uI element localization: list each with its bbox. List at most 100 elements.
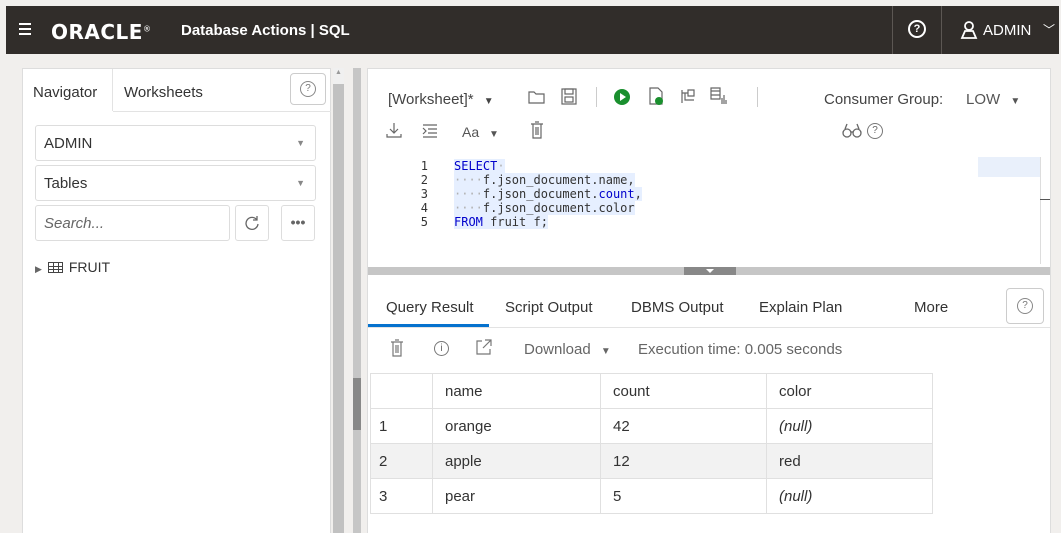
info-icon[interactable]: i [434, 341, 449, 356]
app-title: Database Actions | SQL [181, 22, 350, 39]
run-script-icon[interactable] [649, 87, 665, 106]
caret-down-icon: ▼ [1010, 96, 1021, 107]
ellipsis-icon: ••• [290, 214, 306, 230]
worksheet-menu[interactable]: [Worksheet]* ▼ [388, 91, 494, 108]
execution-time: Execution time: 0.005 seconds [638, 341, 843, 358]
cell-count[interactable]: 42 [600, 408, 767, 444]
toolbar-divider [596, 87, 597, 107]
expand-triangle-icon[interactable]: ▶ [35, 264, 42, 274]
download-icon[interactable] [386, 122, 402, 139]
code-text: f.json_document. [482, 187, 599, 201]
row-number: 1 [370, 408, 433, 444]
download-menu[interactable]: Download ▼ [524, 341, 611, 358]
column-header[interactable]: color [766, 373, 933, 409]
tab-worksheets[interactable]: Worksheets [124, 84, 203, 101]
toolbar-divider [757, 87, 758, 107]
code-line-5: FROM fruit f; [454, 215, 548, 229]
editor-scrollbar[interactable] [1040, 157, 1041, 264]
scrollbar-thumb[interactable] [333, 84, 344, 533]
cell-count[interactable]: 12 [600, 443, 767, 479]
navigator-panel: Navigator Worksheets ? ADMIN ▼ Tables ▼ … [22, 68, 331, 533]
tab-query-result[interactable]: Query Result [386, 299, 474, 316]
caret-down-icon: ▼ [489, 129, 499, 140]
search-input[interactable]: Search... [35, 205, 230, 241]
clear-trash-icon[interactable] [390, 339, 404, 357]
code-text: f.json_document.name, [482, 173, 635, 187]
cell-color[interactable]: (null) [766, 408, 933, 444]
object-type-select[interactable]: Tables ▼ [35, 165, 316, 201]
table-row[interactable]: 2 apple 12 red [370, 443, 933, 479]
cell-name[interactable]: apple [432, 443, 601, 479]
row-number: 3 [370, 478, 433, 514]
tab-underline [113, 111, 331, 112]
cell-name[interactable]: pear [432, 478, 601, 514]
tab-more[interactable]: More [914, 299, 948, 316]
caret-down-icon: ▼ [296, 178, 305, 188]
vertical-splitter[interactable] [353, 68, 361, 533]
text-case-menu[interactable]: Aa ▼ [462, 124, 499, 140]
table-row[interactable]: 3 pear 5 (null) [370, 478, 933, 514]
user-menu[interactable]: ADMIN [983, 22, 1031, 39]
editor-minimap[interactable] [978, 157, 1040, 177]
run-statement-icon[interactable] [614, 89, 630, 105]
scroll-up-arrow-icon[interactable]: ▲ [335, 69, 342, 76]
help-icon[interactable]: ? [908, 20, 926, 38]
sql-keyword: SELECT [454, 159, 498, 173]
cell-color[interactable]: red [766, 443, 933, 479]
code-line-4: ····f.json_document.color [454, 201, 635, 215]
find-binoculars-icon[interactable] [842, 123, 862, 138]
line-number: 5 [420, 215, 428, 229]
line-number: 1 [420, 159, 428, 173]
hamburger-menu-icon[interactable] [19, 23, 31, 35]
row-number: 2 [370, 443, 433, 479]
open-folder-icon[interactable] [528, 89, 546, 105]
line-number: 2 [420, 173, 428, 187]
divider [941, 6, 942, 54]
code-line-3: ····f.json_document.count, [454, 187, 642, 201]
column-header[interactable]: count [600, 373, 767, 409]
more-options-button[interactable]: ••• [281, 205, 315, 241]
download-label: Download [524, 341, 591, 358]
help-icon: ? [1017, 298, 1033, 314]
trash-icon[interactable] [530, 121, 544, 139]
consumer-group-value: LOW [966, 91, 1001, 108]
results-help-button[interactable]: ? [1006, 288, 1044, 324]
autotrace-icon[interactable] [710, 87, 728, 105]
object-type-value: Tables [44, 175, 88, 192]
table-row[interactable]: 1 orange 42 (null) [370, 408, 933, 444]
help-icon[interactable]: ? [867, 123, 883, 139]
tab-navigator[interactable]: Navigator [33, 84, 97, 101]
cell-color[interactable]: (null) [766, 478, 933, 514]
help-icon: ? [300, 81, 316, 97]
tab-script-output[interactable]: Script Output [505, 299, 593, 316]
tab-explain-plan[interactable]: Explain Plan [759, 299, 842, 316]
chevron-down-icon[interactable]: ﹀ [1043, 21, 1055, 38]
tab-dbms-output[interactable]: DBMS Output [631, 299, 724, 316]
consumer-group-select[interactable]: LOW ▼ [966, 91, 1020, 108]
open-external-icon[interactable] [476, 339, 492, 355]
explain-plan-icon[interactable] [680, 88, 696, 105]
code-line-1: SELECT· [454, 159, 505, 173]
cell-count[interactable]: 5 [600, 478, 767, 514]
splitter-collapse-handle[interactable] [353, 378, 361, 430]
format-list-icon[interactable] [422, 124, 438, 138]
sql-keyword: count [598, 187, 635, 201]
caret-down-icon: ▼ [600, 346, 611, 357]
sql-editor[interactable]: 1 2 3 4 5 SELECT· ····f.json_document.na… [368, 157, 1050, 264]
navigator-help-button[interactable]: ? [290, 73, 326, 105]
code-line-2: ····f.json_document.name, [454, 173, 635, 187]
save-icon[interactable] [561, 88, 577, 105]
worksheet-panel: [Worksheet]* ▼ Consumer Group: LOW ▼ Aa … [367, 68, 1051, 533]
schema-select[interactable]: ADMIN ▼ [35, 125, 316, 161]
user-icon[interactable] [960, 20, 978, 39]
code-text: , [634, 187, 642, 201]
refresh-button[interactable] [235, 205, 269, 241]
grid-header-row: name count color [370, 373, 933, 409]
splitter-collapse-handle[interactable] [684, 267, 736, 275]
sql-keyword: FROM [454, 215, 483, 229]
tree-item-fruit[interactable]: ▶ FRUIT [35, 259, 110, 275]
cell-name[interactable]: orange [432, 408, 601, 444]
refresh-icon [245, 216, 259, 230]
minimap-cursor [1040, 199, 1050, 200]
column-header[interactable]: name [432, 373, 601, 409]
